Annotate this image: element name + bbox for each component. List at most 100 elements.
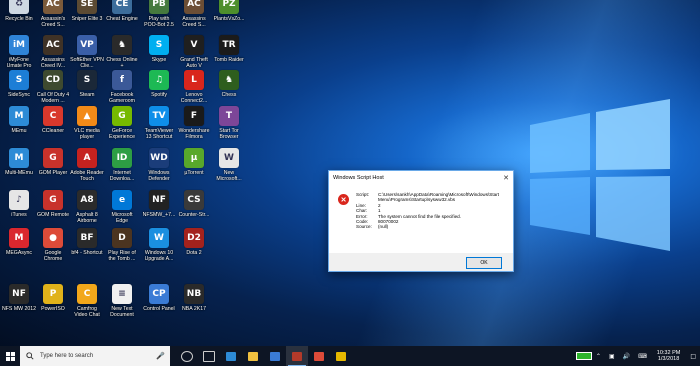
desktop-icon[interactable]: F Wondershare Filmora [177, 106, 211, 140]
desktop-icon[interactable]: D2 Dota 2 [177, 228, 211, 256]
desktop-icon[interactable]: PB Play with POO-Bot 2.5 [142, 0, 176, 28]
desktop-icon-label: Internet Downloa... [109, 170, 135, 182]
desktop-icon[interactable]: NF NFSMW_+7... [142, 190, 176, 218]
message-value: Menu\Programs\Startup\sysww32.vbs [378, 197, 456, 203]
desktop-icon[interactable]: WD Windows Defender [142, 148, 176, 182]
error-icon: ✕ [338, 194, 349, 205]
app-icon: G [112, 106, 132, 126]
app-icon: C [77, 284, 97, 304]
desktop-icon[interactable]: G GeForce Experience [105, 106, 139, 140]
desktop-icon[interactable]: CS Counter-Str... [177, 190, 211, 218]
desktop-icon[interactable]: P PowerISO [36, 284, 70, 312]
desktop-icon-label: NBA 2K17 [182, 306, 206, 312]
desktop-icon[interactable]: ♻ Recycle Bin [2, 0, 36, 22]
desktop-icon[interactable]: A8 Asphalt 8 Airborne [70, 190, 104, 224]
desktop-icon[interactable]: C CCleaner [36, 106, 70, 134]
keyboard-icon[interactable]: ⌨ [638, 353, 647, 360]
file-explorer-icon[interactable] [242, 346, 264, 366]
wsh-icon[interactable] [286, 346, 308, 366]
chrome-icon[interactable] [308, 346, 330, 366]
desktop-icon[interactable]: S Skype [142, 35, 176, 63]
desktop-icon-label: CCleaner [42, 128, 64, 134]
desktop-icon[interactable]: V Grand Theft Auto V [177, 35, 211, 69]
chevron-up-icon[interactable]: ⌃ [596, 353, 601, 360]
dialog-titlebar[interactable]: Windows Script Host ✕ [329, 171, 513, 184]
task-view-icon[interactable] [198, 346, 220, 366]
desktop-icon[interactable]: G GOM Player [36, 148, 70, 176]
desktop-icon[interactable]: NB NBA 2K17 [177, 284, 211, 312]
edge-icon[interactable] [220, 346, 242, 366]
desktop-icon-label: TeamViewer 13 Shortcut [144, 128, 174, 140]
notifications-icon[interactable]: □ [690, 353, 696, 360]
desktop-icon[interactable]: VP SoftEther VPN Clie... [70, 35, 104, 69]
desktop-icon[interactable]: ♞ Chess [212, 70, 246, 98]
desktop-icon[interactable]: S Steam [70, 70, 104, 98]
desktop-icon[interactable]: W Windows 10 Upgrade A... [142, 228, 176, 262]
desktop-icon-label: Chess Online + [106, 57, 138, 69]
app-icon: G [43, 148, 63, 168]
desktop-icon[interactable]: L Lenovo Connect2... [177, 70, 211, 104]
app-icon: S [9, 70, 29, 90]
close-icon[interactable]: ✕ [503, 174, 509, 182]
desktop-icon[interactable]: ▲ VLC media player [70, 106, 104, 140]
desktop-icon[interactable]: TV TeamViewer 13 Shortcut [142, 106, 176, 140]
battery-icon[interactable] [575, 352, 592, 360]
store-bag-icon[interactable] [330, 346, 352, 366]
desktop-icon[interactable]: ♫ Spotify [142, 70, 176, 98]
search-placeholder: Type here to search [40, 353, 94, 359]
desktop-icon-label: Play with POO-Bot 2.5 [144, 16, 174, 28]
desktop-icon[interactable]: W New Microsoft... [212, 148, 246, 182]
desktop-icon[interactable]: ≡ New Text Document [105, 284, 139, 318]
desktop-icon[interactable]: S SideSync [2, 70, 36, 98]
app-icon: TV [149, 106, 169, 126]
desktop-icon[interactable]: PZ PlantsVsZo... [212, 0, 246, 22]
windows-logo-wallpaper [530, 99, 670, 251]
app-icon: G [43, 190, 63, 210]
app-icon: NF [9, 284, 29, 304]
windows-script-host-dialog[interactable]: Windows Script Host ✕ ✕ Script: C:\Users\… [328, 170, 514, 272]
desktop-icon[interactable]: M MEGAsync [2, 228, 36, 256]
desktop-icon[interactable]: AC Assassin's Creed S... [36, 0, 70, 28]
desktop-icon[interactable]: TR Tomb Raider [212, 35, 246, 63]
desktop-icon[interactable]: D Play Rise of the Tomb ... [105, 228, 139, 262]
app-icon: T [219, 106, 239, 126]
desktop-icon[interactable]: CP Control Panel [142, 284, 176, 312]
cortana-icon[interactable] [176, 346, 198, 366]
desktop-icon[interactable]: ID Internet Downloa... [105, 148, 139, 182]
desktop-icon[interactable]: iM iMyFone Umate Pro [2, 35, 36, 69]
desktop-icon[interactable]: G GOM Remote [36, 190, 70, 218]
volume-icon[interactable]: 🔊 [623, 353, 630, 360]
app-icon: W [219, 148, 239, 168]
microphone-icon[interactable]: 🎤 [156, 352, 165, 360]
ok-button[interactable]: OK [466, 257, 502, 269]
network-icon[interactable]: ▣ [609, 353, 615, 360]
desktop-icon[interactable]: T Start Tor Browser [212, 106, 246, 140]
desktop-icon[interactable]: AC Assassins Creed IV... [36, 35, 70, 69]
desktop-icon[interactable]: µ µTorrent [177, 148, 211, 176]
desktop-icon[interactable]: CE Cheat Engine [105, 0, 139, 22]
desktop-icon[interactable]: A Adobe Reader Touch [70, 148, 104, 182]
desktop-icon[interactable]: SE Sniper Elite 3 [70, 0, 104, 22]
desktop-icon[interactable]: CD Call Of Duty 4 Modern ... [36, 70, 70, 104]
desktop-icon-label: Control Panel [143, 306, 175, 312]
desktop-icon[interactable]: C Camfrog Video Chat [70, 284, 104, 318]
desktop-icon[interactable]: f Facebook Gameroom [105, 70, 139, 104]
app-icon: M [9, 148, 29, 168]
desktop-icon-label: MEmu [11, 128, 27, 134]
app-icon: NB [184, 284, 204, 304]
desktop-icon[interactable]: M Multi-MEmu [2, 148, 36, 176]
desktop-icon[interactable]: M MEmu [2, 106, 36, 134]
desktop-icon[interactable]: BF bf4 - Shortcut [70, 228, 104, 256]
desktop-icon[interactable]: e Microsoft Edge [105, 190, 139, 224]
desktop-icon[interactable]: AC Assassins Creed S... [177, 0, 211, 28]
clock[interactable]: 10:32 PM 1/3/2018 [657, 350, 681, 363]
desktop-icon-label: bf4 - Shortcut [71, 250, 103, 256]
desktop-icon[interactable]: NF NFS MW 2012 [2, 284, 36, 312]
desktop-icon[interactable]: ♞ Chess Online + [105, 35, 139, 69]
store-icon[interactable] [264, 346, 286, 366]
desktop-icon[interactable]: ♪ iTunes [2, 190, 36, 218]
start-button[interactable] [0, 346, 20, 366]
search-box[interactable]: Type here to search 🎤 [20, 346, 170, 366]
desktop-icon-label: New Microsoft... [216, 170, 242, 182]
desktop-icon[interactable]: ● Google Chrome [36, 228, 70, 262]
